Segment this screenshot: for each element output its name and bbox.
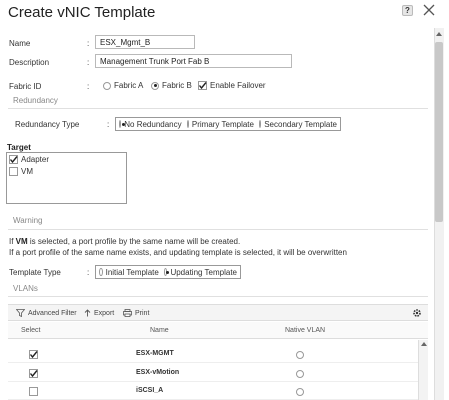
target-vm-checkbox[interactable] [9,167,18,176]
target-adapter-item[interactable]: Adapter [9,155,49,164]
name-input[interactable]: ESX_Mgmt_B [95,35,195,49]
print-label: Print [135,309,150,317]
template-type-label: Template Type [9,268,61,277]
export-button[interactable]: Export [84,309,114,317]
target-adapter-label: Adapter [21,155,50,164]
updating-template-label[interactable]: Updating Template [170,268,237,277]
fabric-a-option[interactable]: Fabric A [103,81,143,90]
description-colon: : [87,58,90,67]
vlan-select-checkbox[interactable] [29,387,38,396]
vlans-grid-header: Select Name Native VLAN [8,322,428,339]
target-title: Target [7,143,31,152]
secondary-template-label[interactable]: Secondary Template [264,120,337,129]
vlans-grid-scrollbar[interactable] [418,340,428,400]
redundancy-divider [8,108,428,109]
warning-line-1-suffix: is selected, a port profile by the same … [27,237,241,246]
grid-scroll-up-icon[interactable] [419,340,429,348]
vlan-row-esx-mgmt[interactable]: ESX-MGMT [8,345,418,363]
vlan-name-cell: ESX-vMotion [136,369,180,376]
target-vm-label: VM [21,167,33,176]
vlan-row-esx-vmotion[interactable]: ESX-vMotion [8,364,418,382]
gear-icon[interactable] [412,308,422,320]
description-input[interactable]: Management Trunk Port Fab B [95,54,292,68]
vlans-divider [8,296,428,297]
redundancy-type-label: Redundancy Type [15,120,80,129]
dialog-title: Create vNIC Template [8,4,156,21]
target-vm-item[interactable]: VM [9,167,33,176]
vlans-toolbar: Advanced Filter Export Print [8,304,428,321]
vlan-select-checkbox[interactable] [29,369,38,378]
name-label: Name [9,39,31,48]
initial-template-radio[interactable] [99,268,103,276]
target-list: Adapter VM [6,152,127,204]
vlans-section-title: VLANs [13,284,38,293]
vlan-name-cell: ESX-MGMT [136,350,174,357]
fabric-b-radio[interactable] [151,81,159,90]
warning-line-1-prefix: If [9,237,16,246]
vlan-select-checkbox[interactable] [29,350,38,359]
description-label: Description [9,58,50,67]
redundancy-type-colon: : [107,120,110,129]
fabric-b-option[interactable]: Fabric B [151,81,192,90]
close-icon[interactable] [422,2,436,18]
enable-failover-label: Enable Failover [210,81,266,90]
enable-failover-checkbox[interactable] [198,81,207,90]
fabric-a-radio[interactable] [103,81,111,90]
template-type-colon: : [87,268,90,277]
fabric-id-colon: : [87,82,90,91]
dialog-scroll-thumb[interactable] [435,42,443,222]
secondary-template-radio[interactable] [258,120,262,128]
primary-template-label[interactable]: Primary Template [192,120,254,129]
fabric-b-label: Fabric B [162,81,192,90]
advanced-filter-label: Advanced Filter [28,309,77,317]
native-vlan-radio[interactable] [296,370,305,378]
warning-divider [8,229,428,230]
column-header-select[interactable]: Select [21,327,40,334]
fabric-id-label: Fabric ID [9,82,42,91]
redundancy-section-title: Redundancy [13,96,58,105]
redundancy-type-radio-group: No Redundancy Primary Template Secondary… [115,117,341,131]
column-header-name[interactable]: Name [150,327,169,334]
help-icon[interactable]: ? [402,5,413,16]
primary-template-radio[interactable] [186,120,189,128]
fabric-a-label: Fabric A [114,81,144,90]
no-redundancy-radio[interactable] [119,120,126,128]
warning-section-title: Warning [13,216,43,225]
template-type-radio-group: Initial Template Updating Template [95,265,241,279]
vlan-row-iscsi-a[interactable]: iSCSI_A [8,382,418,400]
print-button[interactable]: Print [123,309,149,317]
target-adapter-checkbox[interactable] [9,155,18,164]
export-icon [84,309,91,317]
advanced-filter-button[interactable]: Advanced Filter [16,309,77,317]
filter-icon [16,309,25,317]
no-redundancy-label[interactable]: No Redundancy [124,120,181,129]
native-vlan-radio[interactable] [296,388,305,396]
updating-template-radio[interactable] [163,268,169,276]
native-vlan-radio[interactable] [296,351,305,359]
print-icon [123,309,132,317]
enable-failover-option[interactable]: Enable Failover [198,81,266,90]
column-header-native-vlan[interactable]: Native VLAN [285,327,325,334]
scroll-up-arrow-icon[interactable] [435,29,443,39]
warning-line-1: If VM is selected, a port profile by the… [9,237,240,246]
initial-template-label[interactable]: Initial Template [106,268,159,277]
export-label: Export [94,309,115,317]
name-colon: : [87,39,90,48]
warning-line-2: If a port profile of the same name exist… [9,248,347,257]
vlan-name-cell: iSCSI_A [136,387,164,394]
warning-vm-text: VM [15,237,28,246]
